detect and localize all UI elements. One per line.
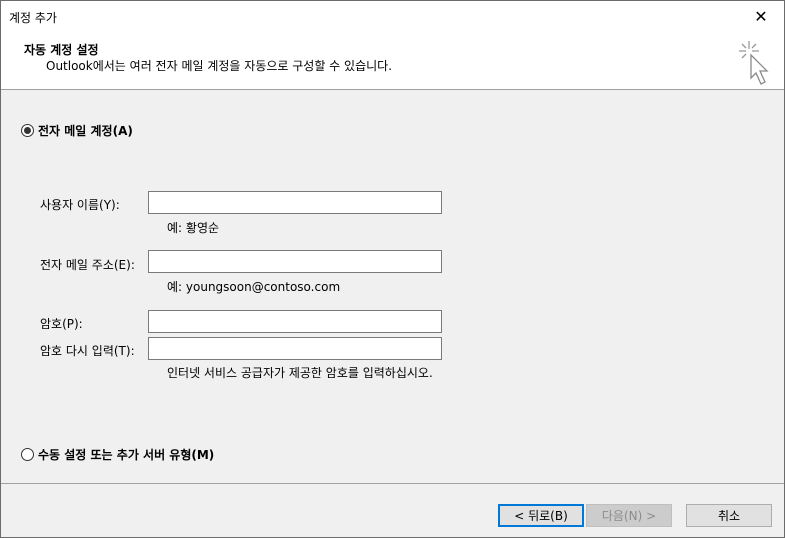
password-confirm-label: 암호 다시 입력(T): — [40, 344, 135, 358]
manual-setup-label: 수동 설정 또는 추가 서버 유형(M) — [38, 448, 215, 462]
title-bar: 계정 추가 ✕ — [1, 1, 784, 32]
name-hint: 예: 황영순 — [167, 221, 220, 235]
name-input[interactable] — [148, 191, 442, 214]
manual-setup-option[interactable]: 수동 설정 또는 추가 서버 유형(M) — [21, 446, 214, 463]
header-subtitle: Outlook에서는 여러 전자 메일 계정을 자동으로 구성할 수 있습니다. — [46, 59, 393, 73]
email-label: 전자 메일 주소(E): — [40, 258, 135, 272]
email-input[interactable] — [148, 250, 442, 273]
email-account-option[interactable]: 전자 메일 계정(A) — [21, 122, 133, 139]
password-hint: 인터넷 서비스 공급자가 제공한 암호를 입력하십시오. — [167, 366, 433, 380]
close-icon: ✕ — [754, 7, 768, 26]
back-button[interactable]: < 뒤로(B) — [498, 504, 584, 527]
add-account-dialog: 계정 추가 ✕ 자동 계정 설정 Outlook에서는 여러 전자 메일 계정을… — [0, 0, 785, 538]
email-hint: 예: youngsoon@contoso.com — [167, 280, 341, 294]
cancel-button[interactable]: 취소 — [686, 504, 772, 527]
next-button[interactable]: 다음(N) > — [586, 504, 672, 527]
close-button[interactable]: ✕ — [738, 1, 784, 32]
cursor-sparkle-icon — [739, 41, 769, 85]
name-label: 사용자 이름(Y): — [40, 198, 120, 212]
email-account-label: 전자 메일 계정(A) — [38, 124, 133, 138]
password-input[interactable] — [148, 310, 442, 333]
password-confirm-input[interactable] — [148, 337, 442, 360]
email-account-radio[interactable] — [21, 124, 34, 137]
wizard-header: 자동 계정 설정 Outlook에서는 여러 전자 메일 계정을 자동으로 구성… — [1, 32, 784, 90]
header-title: 자동 계정 설정 — [24, 43, 99, 57]
footer-divider — [1, 483, 784, 484]
manual-setup-radio[interactable] — [21, 448, 34, 461]
password-label: 암호(P): — [40, 317, 83, 331]
window-title: 계정 추가 — [9, 11, 57, 25]
